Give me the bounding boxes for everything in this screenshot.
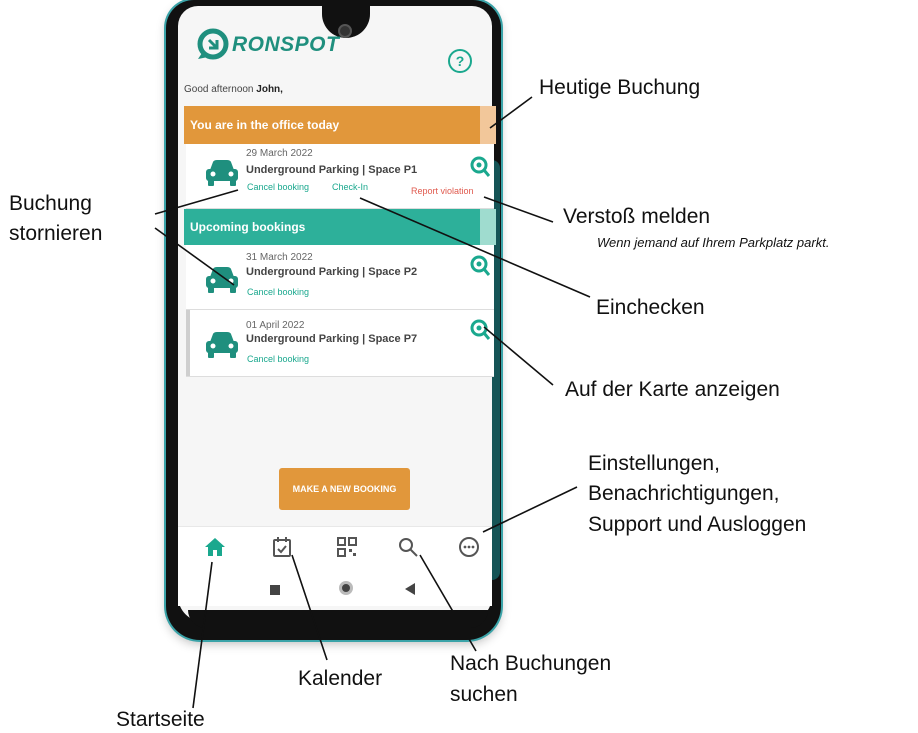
booking-date: 01 April 2022 [246, 320, 305, 331]
booking-location: Underground Parking | Space P7 [246, 333, 418, 345]
annotation-report-violation: Verstoß melden [563, 205, 711, 228]
home-icon[interactable] [203, 535, 227, 559]
annotation-cancel-line2: stornieren [9, 222, 103, 245]
map-pin-search-icon[interactable] [470, 255, 490, 277]
car-icon [206, 267, 238, 293]
annotation-search-line2: suchen [450, 683, 518, 706]
card-side-bar [186, 310, 190, 376]
bottom-tab-bar [178, 526, 492, 565]
annotation-report-violation-sub: Wenn jemand auf Ihrem Parkplatz parkt. [597, 235, 830, 250]
annotation-settings-line2: Benachrichtigungen, [588, 482, 780, 505]
cancel-booking-link[interactable]: Cancel booking [247, 354, 309, 364]
annotation-cancel-line1: Buchung [9, 192, 92, 215]
check-in-link[interactable]: Check-In [332, 182, 368, 192]
phone-bottom-bezel [188, 610, 488, 628]
user-name: John, [256, 84, 283, 95]
more-icon[interactable] [457, 535, 481, 559]
annotation-home: Startseite [116, 708, 205, 731]
today-booking-card[interactable]: 29 March 2022 Underground Parking | Spac… [186, 144, 494, 209]
upcoming-banner-edge [480, 209, 496, 245]
ronspot-logo: RONSPOT [196, 27, 346, 63]
booking-date: 31 March 2022 [246, 252, 313, 263]
calendar-icon[interactable] [270, 535, 294, 559]
report-violation-link[interactable]: Report violation [411, 186, 474, 196]
make-new-booking-button[interactable]: MAKE A NEW BOOKING [279, 468, 410, 510]
annotation-show-map: Auf der Karte anzeigen [565, 378, 780, 401]
annotation-search-line1: Nach Buchungen [450, 652, 612, 675]
search-icon[interactable] [396, 535, 420, 559]
upcoming-booking-card[interactable]: 31 March 2022 Underground Parking | Spac… [186, 245, 494, 310]
car-icon [206, 160, 238, 186]
qr-code-icon[interactable] [335, 535, 359, 559]
logo-text: RONSPOT [232, 33, 340, 56]
logo-mark-icon [197, 28, 229, 60]
car-icon [206, 332, 238, 358]
cancel-booking-link[interactable]: Cancel booking [247, 287, 309, 297]
today-banner-edge [480, 106, 496, 144]
today-banner: You are in the office today [184, 106, 485, 144]
greeting-prefix: Good afternoon [184, 84, 254, 95]
map-pin-search-icon[interactable] [470, 319, 490, 341]
help-icon[interactable]: ? [448, 49, 472, 73]
recents-icon[interactable] [270, 585, 280, 595]
annotation-checkin: Einchecken [596, 296, 705, 319]
booking-location: Underground Parking | Space P2 [246, 266, 418, 278]
upcoming-booking-card[interactable]: 01 April 2022 Underground Parking | Spac… [186, 310, 494, 377]
greeting: Good afternoon John, [184, 84, 283, 95]
upcoming-banner: Upcoming bookings [184, 209, 485, 245]
back-icon[interactable] [405, 583, 415, 595]
annotation-today-booking: Heutige Buchung [539, 76, 701, 99]
cancel-booking-link[interactable]: Cancel booking [247, 182, 309, 192]
map-pin-search-icon[interactable] [470, 156, 490, 178]
annotation-settings-line3: Support und Ausloggen [588, 513, 807, 536]
annotation-settings-line1: Einstellungen, [588, 452, 720, 475]
home-system-icon[interactable] [339, 581, 353, 595]
booking-location: Underground Parking | Space P1 [246, 164, 418, 176]
booking-date: 29 March 2022 [246, 148, 313, 159]
system-nav-bar [178, 564, 492, 606]
annotation-calendar: Kalender [298, 667, 383, 690]
